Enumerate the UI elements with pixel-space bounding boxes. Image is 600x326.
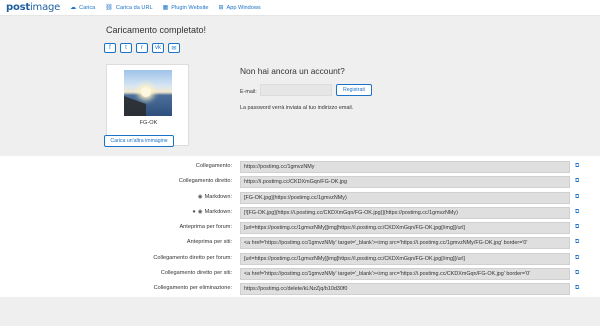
link-row: Anteprima per siti: <a href='https://pos… xyxy=(0,237,600,249)
link-label: Collegamento diretto: xyxy=(178,178,232,184)
link-row: Collegamento per eliminazione: https://p… xyxy=(0,283,600,295)
link-label: Collegamento: xyxy=(195,163,232,169)
nav-upload-url[interactable]: ⛓ Carica da URL xyxy=(105,4,152,12)
link-label: Anteprima per forum: xyxy=(179,224,232,230)
sun-shape xyxy=(141,87,151,97)
link-field[interactable]: [url=https://postimg.cc/1gmvzNMy][img]ht… xyxy=(240,222,570,234)
upload-result-panel: Caricamento completato! f t r vk ✉ FG-OK… xyxy=(0,16,600,156)
upload-cloud-icon: ☁ xyxy=(70,5,77,11)
facebook-share-button[interactable]: f xyxy=(104,43,116,53)
thumbnail-card: FG-OK xyxy=(106,64,189,146)
shore-shape xyxy=(124,96,146,116)
link-field[interactable]: [url=https://postimg.cc/1gmvzNMy][img]ht… xyxy=(240,253,570,265)
link-field[interactable]: https://postimg.cc/1gmvzNMy xyxy=(240,161,570,173)
link-label: Collegamento diretto per siti: xyxy=(160,270,232,276)
upload-another-button[interactable]: Carica un'altra immagine xyxy=(104,135,174,147)
thumbnail-image[interactable] xyxy=(124,70,172,116)
link-label: Collegamento per eliminazione: xyxy=(153,285,232,291)
link-field[interactable]: <a href='https://postimg.cc/1gmvzNMy' ta… xyxy=(240,237,570,249)
copy-icon[interactable]: ⧉ xyxy=(575,194,581,201)
link-field[interactable]: https://i.postimg.cc/CKDXmGqn/FG-OK.jpg xyxy=(240,176,570,188)
link-label: Anteprima per siti: xyxy=(186,239,232,245)
reddit-share-button[interactable]: r xyxy=(136,43,148,53)
copy-icon[interactable]: ⧉ xyxy=(575,270,581,277)
github-icon: ● xyxy=(192,209,196,215)
link-label: ◉ Markdown: xyxy=(197,194,232,200)
copy-icon[interactable]: ⧉ xyxy=(575,163,581,170)
nav-app-windows[interactable]: ⊞ App Windows xyxy=(218,4,261,12)
nav-upload[interactable]: ☁ Carica xyxy=(70,4,95,12)
reddit-icon: ◉ xyxy=(197,194,203,200)
link-row: Anteprima per forum: [url=https://postim… xyxy=(0,222,600,234)
copy-icon[interactable]: ⧉ xyxy=(575,178,581,185)
copy-icon[interactable]: ⧉ xyxy=(575,285,581,292)
copy-icon[interactable]: ⧉ xyxy=(575,255,581,262)
link-label: ● ◉ Markdown: xyxy=(192,209,232,215)
reddit-icon: ◉ xyxy=(197,209,203,215)
vk-share-button[interactable]: vk xyxy=(152,43,164,53)
email-field[interactable] xyxy=(260,84,332,96)
email-label: E-mail: xyxy=(240,89,257,95)
register-button[interactable]: Registrati xyxy=(336,84,372,96)
link-field[interactable]: https://postimg.cc/delete/kLNzZjq/b10d30… xyxy=(240,283,570,295)
thumbnail-label: FG-OK xyxy=(139,120,158,126)
link-row: Collegamento diretto per siti: <a href='… xyxy=(0,268,600,280)
account-title: Non hai ancora un account? xyxy=(240,66,345,76)
page-title: Caricamento completato! xyxy=(106,25,207,35)
copy-icon[interactable]: ⧉ xyxy=(575,209,581,216)
share-buttons: f t r vk ✉ xyxy=(104,43,184,53)
footer-band xyxy=(0,297,600,326)
link-row: Collegamento diretto per forum: [url=htt… xyxy=(0,253,600,265)
link-field[interactable]: <a href='https://postimg.cc/1gmvzNMy' ta… xyxy=(240,268,570,280)
postimage-logo[interactable]: postimage xyxy=(6,2,60,13)
copy-icon[interactable]: ⧉ xyxy=(575,224,581,231)
email-share-button[interactable]: ✉ xyxy=(168,43,180,53)
link-row: ◉ Markdown: [FG-OK.jpg](https://postimg.… xyxy=(0,192,600,204)
puzzle-icon: ▦ xyxy=(162,5,169,11)
link-field[interactable]: [![FG-OK.jpg](https://i.postimg.cc/CKDXm… xyxy=(240,207,570,219)
copy-icon[interactable]: ⧉ xyxy=(575,239,581,246)
password-note: La password verrà inviata al tuo indiriz… xyxy=(240,105,354,111)
nav-plugin-website[interactable]: ▦ Plugin Website xyxy=(162,4,209,12)
twitter-share-button[interactable]: t xyxy=(120,43,132,53)
link-field[interactable]: [FG-OK.jpg](https://postimg.cc/1gmvzNMy) xyxy=(240,192,570,204)
link-icon: ⛓ xyxy=(105,5,113,11)
link-row: Collegamento diretto: https://i.postimg.… xyxy=(0,176,600,188)
link-row: ● ◉ Markdown: [![FG-OK.jpg](https://i.po… xyxy=(0,207,600,219)
windows-icon: ⊞ xyxy=(218,5,224,11)
link-row: Collegamento: https://postimg.cc/1gmvzNM… xyxy=(0,161,600,173)
top-nav: postimage ☁ Carica ⛓ Carica da URL ▦ Plu… xyxy=(0,0,600,16)
link-label: Collegamento diretto per forum: xyxy=(153,255,232,261)
